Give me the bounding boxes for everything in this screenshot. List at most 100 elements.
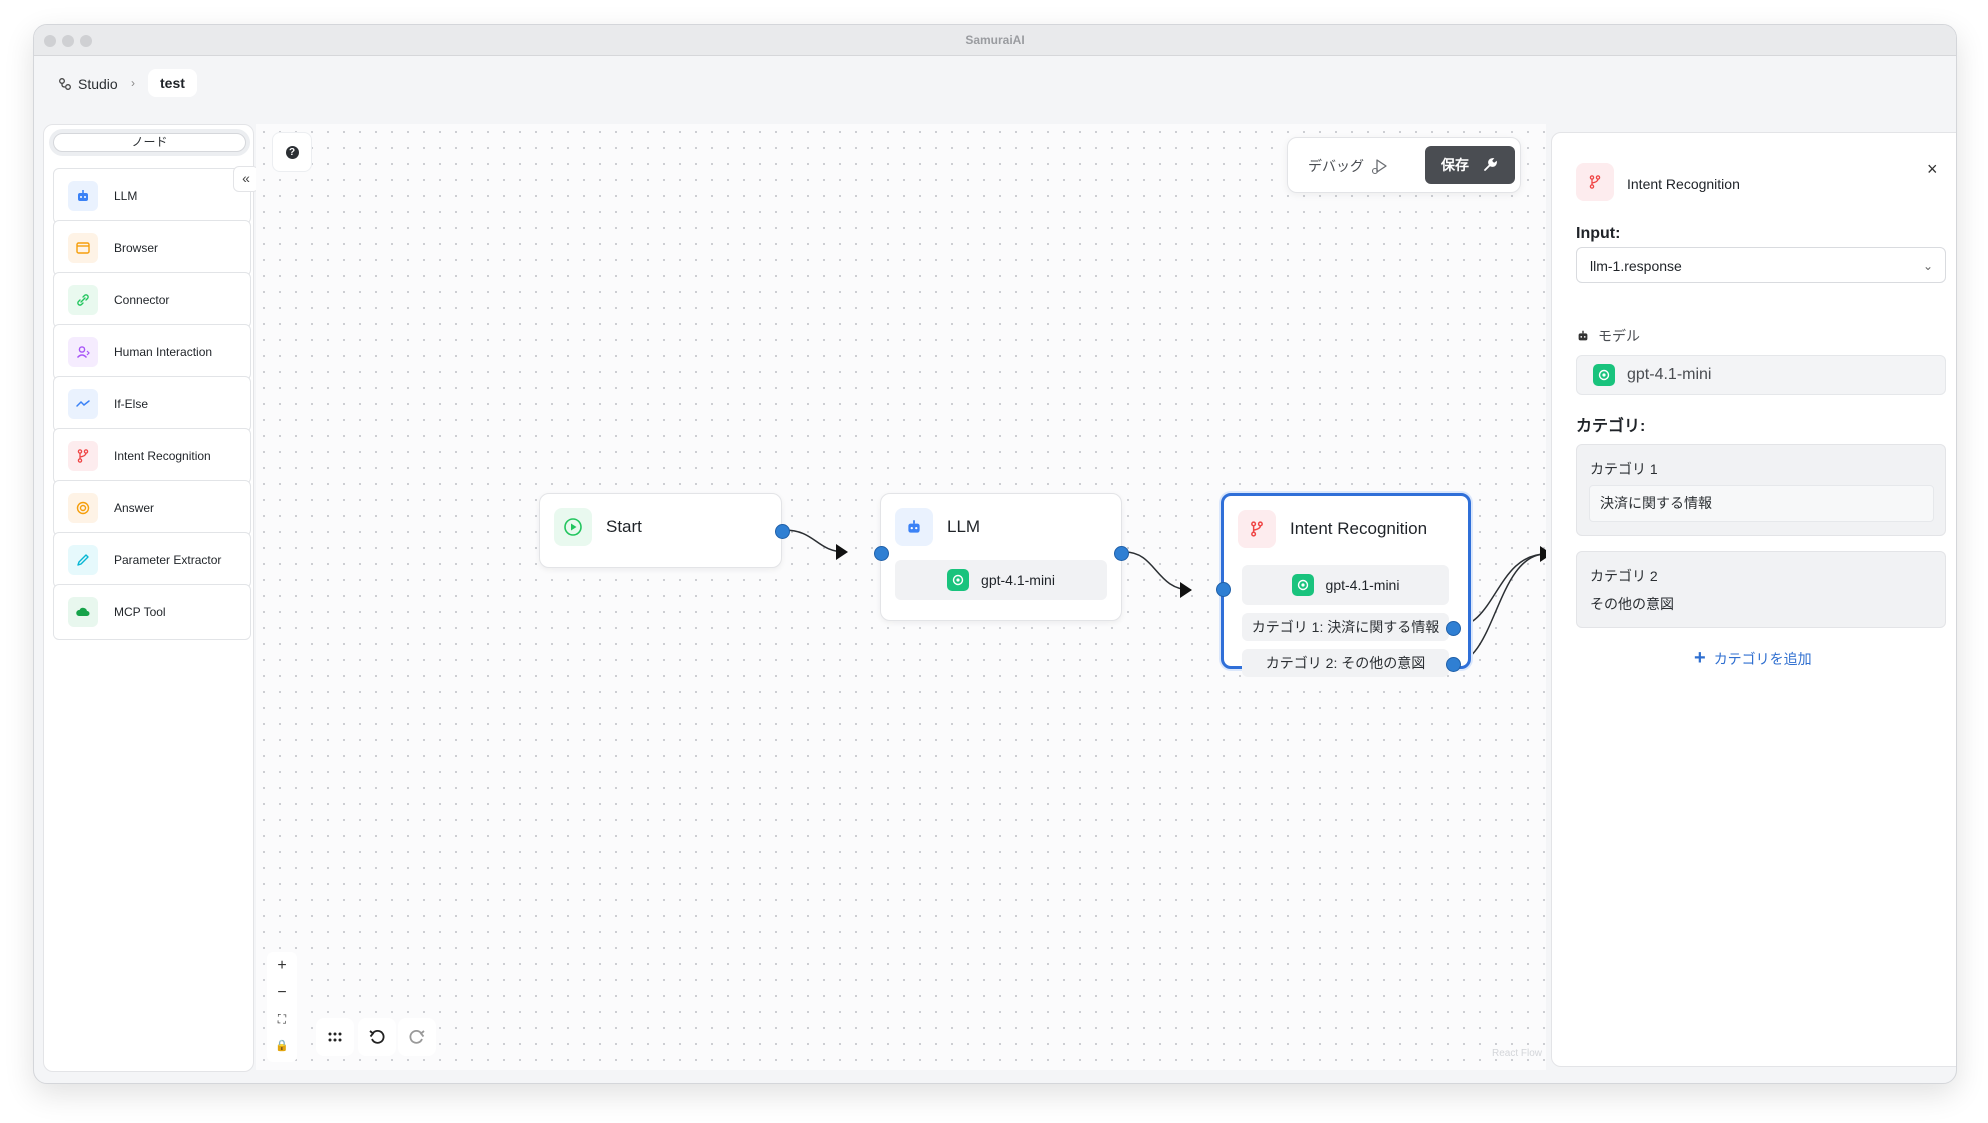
breadcrumb-studio-label: Studio [78,76,118,92]
studio-icon [59,78,71,90]
undo-button[interactable] [358,1018,396,1056]
intent-category-row: カテゴリ 2: その他の意図 [1242,649,1449,677]
zoom-controls: + − ⛶ 🔒 [267,952,297,1062]
branch-icon [68,389,98,419]
lock-button[interactable]: 🔒 [267,1033,297,1060]
chevron-down-icon: ⌄ [1922,259,1933,273]
title-bar: SamuraiAI [34,25,1956,56]
sidebar-item-label: If-Else [114,397,149,411]
fork-icon [1576,163,1614,201]
input-select-value: llm-1.response [1590,258,1682,274]
category-2-output-handle[interactable] [1446,657,1461,672]
sidebar-item-parameter-extractor[interactable]: Parameter Extractor [53,532,251,588]
robot-icon [1578,330,1588,341]
add-category-label: カテゴリを追加 [1713,650,1812,667]
intent-model-chip: gpt-4.1-mini [1242,565,1449,605]
sidebar-item-mcp-tool[interactable]: MCP Tool [53,584,251,640]
sidebar-item-connector[interactable]: Connector [53,272,251,328]
start-node[interactable]: Start [539,493,782,568]
robot-icon [68,181,98,211]
sidebar-item-human-interaction[interactable]: Human Interaction [53,324,251,380]
plus-icon: + [1694,647,1706,669]
cloud-icon [68,597,98,627]
llm-node[interactable]: LLM gpt-4.1-mini [880,493,1122,621]
sidebar-item-label: Connector [114,293,170,307]
intent-input-handle[interactable] [1216,582,1231,597]
sidebar-item-label: LLM [114,189,138,203]
intent-node-title: Intent Recognition [1290,519,1428,538]
close-panel-button[interactable]: × [1927,159,1938,180]
app-window: SamuraiAI Studio › test ノード LLM Browser [33,24,1957,1084]
input-label: Input: [1576,225,1621,242]
category-input[interactable]: 決済に関する情報 [1589,485,1934,522]
openai-icon [1593,364,1615,386]
user-icon [68,337,98,367]
pencil-icon [68,545,98,575]
fit-view-button[interactable]: ⛶ [267,1006,297,1033]
model-label-text: モデル [1598,328,1640,344]
flow-canvas[interactable]: ? デバッグ 保存 Start LLM gpt-4.1-mini Intent … [256,124,1546,1070]
fork-icon [1238,510,1276,548]
sidebar-item-label: Human Interaction [114,345,213,359]
panel-title: Intent Recognition [1627,176,1740,192]
add-category-button[interactable]: + カテゴリを追加 [1694,647,1812,670]
category-value[interactable]: その他の意図 [1590,594,1674,614]
sidebar-item-intent-recognition[interactable]: Intent Recognition [53,428,251,484]
openai-icon [947,569,970,591]
model-label: モデル [1576,326,1640,346]
breadcrumb-separator: › [131,76,135,90]
fork-icon [68,441,98,471]
node-sidebar: ノード LLM Browser Connector Human Interact… [43,124,254,1072]
sidebar-item-label: Parameter Extractor [114,553,222,567]
llm-model-chip: gpt-4.1-mini [895,560,1107,600]
window-title: SamuraiAI [965,33,1025,47]
sidebar-item-label: MCP Tool [114,605,166,619]
node-settings-panel: Intent Recognition × Input: llm-1.respon… [1551,132,1956,1067]
category-1-output-handle[interactable] [1446,621,1461,636]
intent-category-row: カテゴリ 1: 決済に関する情報 [1242,613,1449,641]
link-icon [68,285,98,315]
category-title: カテゴリ 1 [1590,461,1658,477]
node-search-input[interactable]: ノード [53,133,246,152]
breadcrumb-current[interactable]: test [148,69,197,97]
target-icon [68,493,98,523]
sidebar-item-label: Answer [114,501,155,515]
zoom-out-button[interactable]: − [267,979,297,1006]
input-select[interactable]: llm-1.response ⌄ [1576,247,1946,283]
openai-icon [1291,574,1314,596]
zoom-in-button[interactable]: + [267,952,297,979]
play-circle-icon [554,508,592,546]
breadcrumb-studio[interactable]: Studio [58,76,118,92]
edge-arrow [1180,582,1192,598]
model-select-value: gpt-4.1-mini [1627,366,1712,383]
llm-model-name: gpt-4.1-mini [981,572,1055,588]
grid-dots-icon [328,1032,342,1042]
intent-recognition-node[interactable]: Intent Recognition gpt-4.1-mini カテゴリ 1: … [1221,493,1471,677]
llm-output-handle[interactable] [1114,546,1129,561]
model-select[interactable]: gpt-4.1-mini [1576,355,1946,395]
category-card: カテゴリ 1 決済に関する情報 [1576,444,1946,536]
start-node-title: Start [606,517,642,536]
edge-arrow [1540,546,1546,562]
redo-button[interactable] [398,1018,436,1056]
sidebar-item-llm[interactable]: LLM [53,168,251,224]
robot-icon [895,508,933,546]
intent-model-name: gpt-4.1-mini [1325,577,1400,593]
sidebar-item-browser[interactable]: Browser [53,220,251,276]
sidebar-item-if-else[interactable]: If-Else [53,376,251,432]
llm-node-title: LLM [947,517,981,536]
edge-arrow [836,544,848,560]
start-output-handle[interactable] [775,524,790,539]
redo-icon [409,1029,425,1044]
grid-menu-button[interactable] [316,1018,354,1056]
breadcrumb: Studio › test [34,56,1956,116]
categories-label: カテゴリ: [1576,418,1646,435]
category-card: カテゴリ 2 その他の意図 [1576,551,1946,628]
sidebar-item-label: Intent Recognition [114,449,211,463]
sidebar-item-label: Browser [114,241,159,255]
undo-icon [369,1029,385,1044]
llm-input-handle[interactable] [874,546,889,561]
sidebar-item-answer[interactable]: Answer [53,480,251,536]
react-flow-attribution[interactable]: React Flow [1492,1048,1542,1059]
browser-icon [68,233,98,263]
